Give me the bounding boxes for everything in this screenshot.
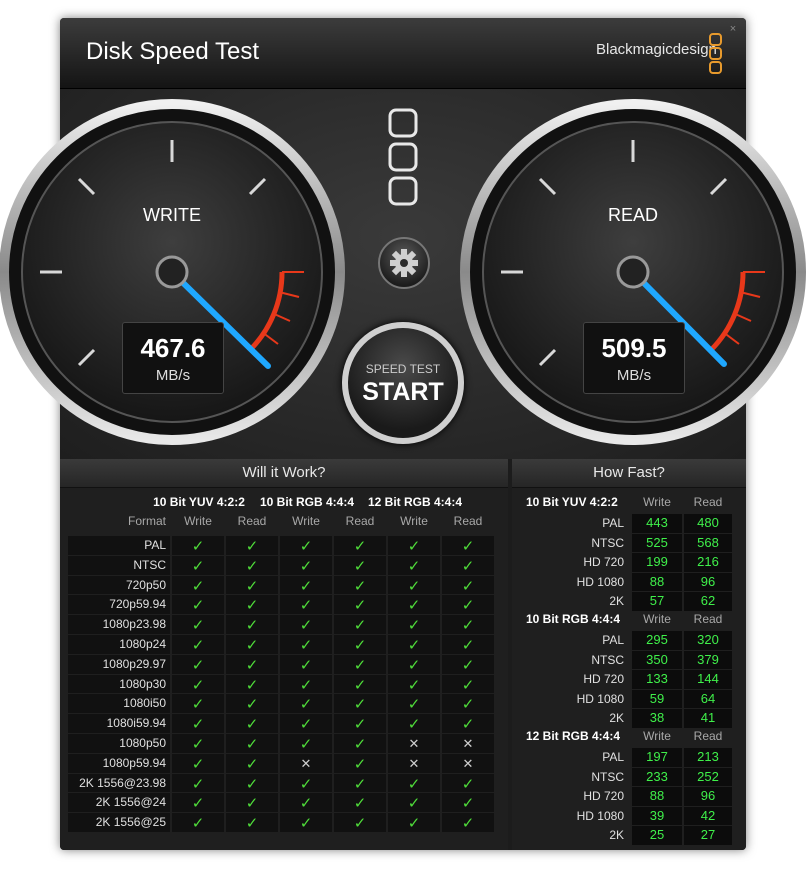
gear-icon (390, 249, 418, 277)
settings-button[interactable] (378, 237, 430, 289)
write-readout: 467.6 MB/s (122, 322, 224, 394)
start-button[interactable]: SPEED TEST START (342, 322, 464, 444)
read-readout: 509.5 MB/s (583, 322, 685, 394)
read-value: 509.5 (601, 333, 667, 363)
start-button-caption: SPEED TEST (365, 362, 441, 376)
write-label: WRITE (143, 205, 201, 225)
start-button-label: START (362, 378, 444, 406)
write-unit: MB/s (155, 367, 191, 384)
read-unit: MB/s (616, 367, 652, 384)
write-value: 467.6 (140, 333, 206, 363)
overlay: WRITE READ 467.6 MB/s 509.5 MB/s SPEED T… (0, 0, 806, 870)
read-label: READ (607, 205, 658, 225)
